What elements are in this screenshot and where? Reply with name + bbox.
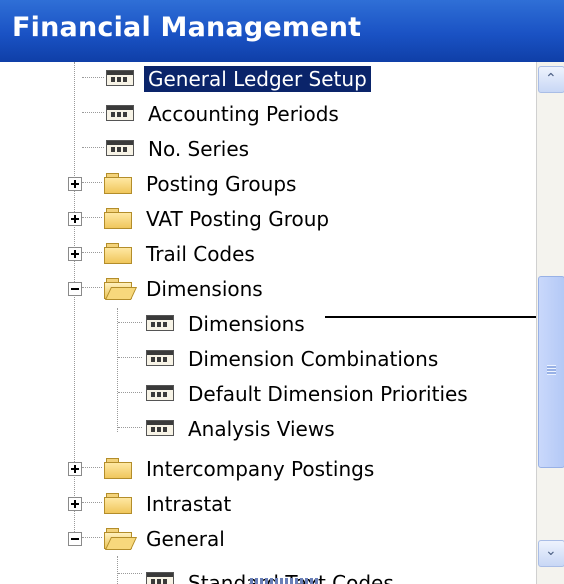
form-icon <box>106 140 134 156</box>
tree-item-posting-groups[interactable]: Posting Groups <box>0 167 536 201</box>
tree-item-label: Dimension Combinations <box>188 347 439 371</box>
tree-branch-line <box>118 322 142 323</box>
tree-branch-line <box>118 392 142 393</box>
scroll-thumb[interactable] <box>538 276 564 468</box>
tree-item-label: Intrastat <box>146 492 232 516</box>
form-icon <box>146 315 174 331</box>
folder-icon <box>104 208 132 229</box>
form-icon <box>106 70 134 86</box>
tree-item-label: VAT Posting Group <box>146 207 330 231</box>
folder-icon <box>104 493 132 514</box>
tree-item-trail-codes[interactable]: Trail Codes <box>0 237 536 271</box>
panel-title: Financial Management <box>12 12 362 43</box>
tree-item-default-dimension-priorities[interactable]: Default Dimension Priorities <box>0 377 536 411</box>
grip-icon <box>547 365 556 375</box>
tree-branch-line <box>118 357 142 358</box>
vertical-scrollbar[interactable]: ⌃ ⌄ <box>536 62 564 584</box>
folder-icon <box>104 173 132 194</box>
tree-item-dimensions-folder[interactable]: Dimensions <box>0 272 536 306</box>
folder-open-icon <box>104 278 138 300</box>
navigation-tree: General Ledger Setup Accounting Periods … <box>0 62 536 584</box>
tree-item-intrastat[interactable]: Intrastat <box>0 487 536 521</box>
form-icon <box>106 105 134 121</box>
chevron-down-icon: ⌄ <box>545 543 557 559</box>
tree-item-label: General Ledger Setup <box>143 65 372 93</box>
tree-item-label: Dimensions <box>146 277 263 301</box>
folder-icon <box>104 458 132 479</box>
tree-item-label: Dimensions <box>188 312 305 336</box>
tree-branch-line <box>82 112 104 113</box>
tree-branch-line <box>82 467 102 468</box>
tree-item-intercompany-postings[interactable]: Intercompany Postings <box>0 452 536 486</box>
form-icon <box>146 572 174 584</box>
tree-branch-line <box>82 537 102 538</box>
folder-icon <box>104 243 132 264</box>
tree-item-dimension-combinations[interactable]: Dimension Combinations <box>0 342 536 376</box>
tree-branch-line <box>82 217 102 218</box>
plus-expander-icon[interactable] <box>68 247 82 261</box>
tree-branch-line <box>82 287 102 288</box>
tree-branch-line <box>82 502 102 503</box>
tree-item-general-ledger-setup[interactable]: General Ledger Setup <box>0 62 536 96</box>
panel-header: Financial Management <box>0 0 564 62</box>
tree-item-accounting-periods[interactable]: Accounting Periods <box>0 97 536 131</box>
chevron-up-icon: ⌃ <box>545 71 557 87</box>
tree-branch-line <box>118 427 142 428</box>
tree-branch-line <box>82 147 104 148</box>
plus-expander-icon[interactable] <box>68 177 82 191</box>
tree-item-vat-posting-group[interactable]: VAT Posting Group <box>0 202 536 236</box>
tree-branch-line <box>82 182 102 183</box>
plus-expander-icon[interactable] <box>68 212 82 226</box>
form-icon <box>146 350 174 366</box>
tree-branch-line <box>82 252 102 253</box>
tree-item-label: Analysis Views <box>188 417 335 441</box>
tree-item-label: General <box>146 527 225 551</box>
scroll-up-button[interactable]: ⌃ <box>538 66 564 93</box>
tree-item-label: Intercompany Postings <box>146 457 375 481</box>
tree-item-dimensions[interactable]: Dimensions <box>0 307 536 341</box>
plus-expander-icon[interactable] <box>68 497 82 511</box>
tree-item-label: Accounting Periods <box>148 102 339 126</box>
plus-expander-icon[interactable] <box>68 462 82 476</box>
tree-item-label: Trail Codes <box>146 242 255 266</box>
tree-item-no-series[interactable]: No. Series <box>0 132 536 166</box>
callout-pointer-line <box>325 316 536 318</box>
tree-item-label: Default Dimension Priorities <box>188 382 468 406</box>
minus-expander-icon[interactable] <box>68 532 82 546</box>
folder-open-icon <box>104 528 138 550</box>
tree-item-analysis-views[interactable]: Analysis Views <box>0 412 536 446</box>
form-icon <box>146 420 174 436</box>
form-icon <box>146 385 174 401</box>
tree-branch-line <box>118 573 142 574</box>
minus-expander-icon[interactable] <box>68 282 82 296</box>
tree-item-label: Posting Groups <box>146 172 297 196</box>
scroll-down-button[interactable]: ⌄ <box>538 540 564 567</box>
tree-branch-line <box>82 77 104 78</box>
tree-item-general-folder[interactable]: General <box>0 522 536 556</box>
resize-grip[interactable] <box>250 578 320 584</box>
tree-item-label: No. Series <box>148 137 250 161</box>
